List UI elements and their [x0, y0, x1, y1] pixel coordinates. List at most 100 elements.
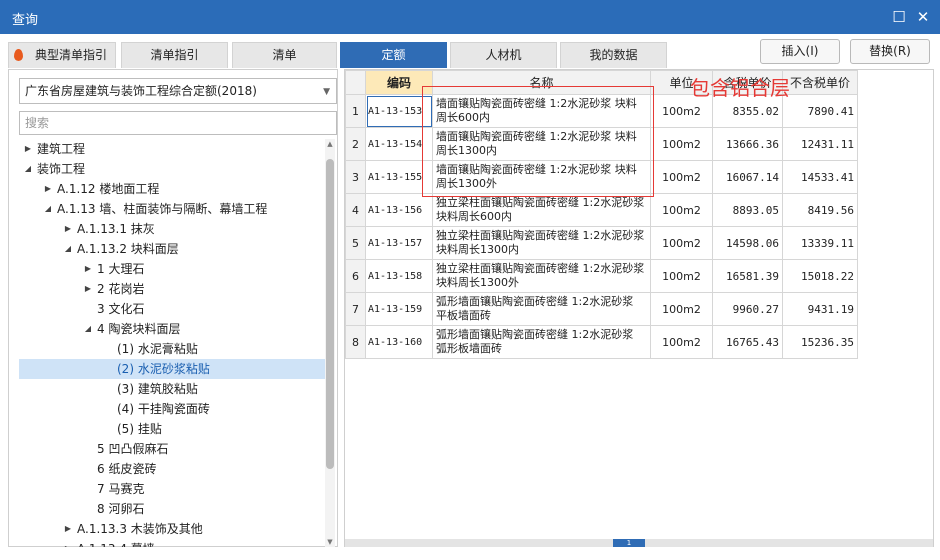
tree-item[interactable]: 8 河卵石: [19, 499, 325, 519]
name-cell[interactable]: 墙面镶贴陶瓷面砖密缝 1:2水泥砂浆 块料周长600内: [432, 94, 651, 128]
unit-cell[interactable]: 100m2: [650, 292, 713, 326]
tree-scrollbar[interactable]: ▲ ▼: [325, 139, 335, 547]
tree-item[interactable]: ◢ 装饰工程: [19, 159, 325, 179]
table-row[interactable]: 6 A1-13-158 独立梁柱面镶贴陶瓷面砖密缝 1:2水泥砂浆 块料周长1300…: [345, 259, 858, 293]
price-notax-cell[interactable]: 15236.35: [782, 325, 858, 359]
price-tax-cell[interactable]: 9960.27: [712, 292, 783, 326]
tab-labor-material-machine[interactable]: 人材机: [450, 42, 557, 68]
expanded-arrow-icon[interactable]: ◢: [83, 319, 93, 339]
collapsed-arrow-icon[interactable]: ▶: [63, 519, 73, 539]
price-notax-cell[interactable]: 13339.11: [782, 226, 858, 260]
price-tax-cell[interactable]: 14598.06: [712, 226, 783, 260]
name-cell[interactable]: 弧形墙面镶贴陶瓷面砖密缝 1:2水泥砂浆 平板墙面砖: [432, 292, 651, 326]
replace-button[interactable]: 替换(R): [850, 39, 930, 64]
collapsed-arrow-icon[interactable]: ▶: [63, 539, 73, 547]
code-cell[interactable]: A1-13-155: [365, 160, 433, 194]
price-notax-cell[interactable]: 9431.19: [782, 292, 858, 326]
row-index[interactable]: 2: [345, 127, 366, 161]
price-notax-cell[interactable]: 14533.41: [782, 160, 858, 194]
table-row[interactable]: 8 A1-13-160 弧形墙面镶贴陶瓷面砖密缝 1:2水泥砂浆 弧形板墙面砖 100…: [345, 325, 858, 359]
price-notax-cell[interactable]: 7890.41: [782, 94, 858, 128]
price-tax-cell[interactable]: 13666.36: [712, 127, 783, 161]
collapsed-arrow-icon[interactable]: ▶: [43, 179, 53, 199]
code-cell[interactable]: A1-13-158: [365, 259, 433, 293]
table-row[interactable]: 7 A1-13-159 弧形墙面镶贴陶瓷面砖密缝 1:2水泥砂浆 平板墙面砖 100m…: [345, 292, 858, 326]
unit-cell[interactable]: 100m2: [650, 127, 713, 161]
unit-cell[interactable]: 100m2: [650, 226, 713, 260]
collapsed-arrow-icon[interactable]: ▶: [83, 279, 93, 299]
code-cell[interactable]: A1-13-160: [365, 325, 433, 359]
header-name[interactable]: 名称: [432, 70, 651, 95]
price-tax-cell[interactable]: 8893.05: [712, 193, 783, 227]
tree-item[interactable]: ▶ A.1.13.1 抹灰: [19, 219, 325, 239]
table-row[interactable]: 2 A1-13-154 墙面镶贴陶瓷面砖密缝 1:2水泥砂浆 块料周长1300内 10…: [345, 127, 858, 161]
name-cell[interactable]: 墙面镶贴陶瓷面砖密缝 1:2水泥砂浆 块料周长1300内: [432, 127, 651, 161]
name-cell[interactable]: 弧形墙面镶贴陶瓷面砖密缝 1:2水泥砂浆 弧形板墙面砖: [432, 325, 651, 359]
name-cell[interactable]: 独立梁柱面镶贴陶瓷面砖密缝 1:2水泥砂浆 块料周长1300内: [432, 226, 651, 260]
unit-cell[interactable]: 100m2: [650, 160, 713, 194]
price-notax-cell[interactable]: 8419.56: [782, 193, 858, 227]
tab-bill-guide[interactable]: 清单指引: [121, 42, 228, 68]
tree-item[interactable]: (3) 建筑胶粘贴: [19, 379, 325, 399]
page-indicator[interactable]: 1: [613, 539, 645, 547]
table-row[interactable]: 5 A1-13-157 独立梁柱面镶贴陶瓷面砖密缝 1:2水泥砂浆 块料周长1300…: [345, 226, 858, 260]
table-row[interactable]: 3 A1-13-155 墙面镶贴陶瓷面砖密缝 1:2水泥砂浆 块料周长1300外 10…: [345, 160, 858, 194]
row-index[interactable]: 4: [345, 193, 366, 227]
table-row[interactable]: 4 A1-13-156 独立梁柱面镶贴陶瓷面砖密缝 1:2水泥砂浆 块料周长600内…: [345, 193, 858, 227]
price-tax-cell[interactable]: 16581.39: [712, 259, 783, 293]
price-tax-cell[interactable]: 16765.43: [712, 325, 783, 359]
unit-cell[interactable]: 100m2: [650, 259, 713, 293]
collapsed-arrow-icon[interactable]: ▶: [23, 139, 33, 159]
expanded-arrow-icon[interactable]: ◢: [23, 159, 33, 179]
row-index[interactable]: 8: [345, 325, 366, 359]
expanded-arrow-icon[interactable]: ◢: [43, 199, 53, 219]
scrollbar-thumb[interactable]: [326, 159, 334, 469]
price-tax-cell[interactable]: 16067.14: [712, 160, 783, 194]
tree-item[interactable]: ▶ 建筑工程: [19, 139, 325, 159]
tab-quota[interactable]: 定额: [340, 42, 447, 68]
code-cell[interactable]: A1-13-159: [365, 292, 433, 326]
code-cell[interactable]: A1-13-157: [365, 226, 433, 260]
tree-item[interactable]: ▶ A.1.12 楼地面工程: [19, 179, 325, 199]
grid-horizontal-scrollbar[interactable]: 1: [345, 539, 933, 547]
collapsed-arrow-icon[interactable]: ▶: [83, 259, 93, 279]
price-notax-cell[interactable]: 15018.22: [782, 259, 858, 293]
header-code[interactable]: 编码: [365, 70, 433, 95]
tree-item[interactable]: ▶ 1 大理石: [19, 259, 325, 279]
name-cell[interactable]: 墙面镶贴陶瓷面砖密缝 1:2水泥砂浆 块料周长1300外: [432, 160, 651, 194]
collapsed-arrow-icon[interactable]: ▶: [63, 219, 73, 239]
tree-item[interactable]: (2) 水泥砂浆粘贴: [19, 359, 325, 379]
name-cell[interactable]: 独立梁柱面镶贴陶瓷面砖密缝 1:2水泥砂浆 块料周长600内: [432, 193, 651, 227]
tree-item[interactable]: ▶ 2 花岗岩: [19, 279, 325, 299]
tree-item[interactable]: ◢ 4 陶瓷块料面层: [19, 319, 325, 339]
scroll-down-icon[interactable]: ▼: [325, 538, 335, 546]
code-cell[interactable]: A1-13-154: [365, 127, 433, 161]
tree-item[interactable]: (5) 挂贴: [19, 419, 325, 439]
row-index[interactable]: 7: [345, 292, 366, 326]
name-cell[interactable]: 独立梁柱面镶贴陶瓷面砖密缝 1:2水泥砂浆 块料周长1300外: [432, 259, 651, 293]
tree-item[interactable]: 3 文化石: [19, 299, 325, 319]
tree-item[interactable]: (4) 干挂陶瓷面砖: [19, 399, 325, 419]
tree-item[interactable]: ◢ A.1.13 墙、柱面装饰与隔断、幕墙工程: [19, 199, 325, 219]
expanded-arrow-icon[interactable]: ◢: [63, 239, 73, 259]
tree-item[interactable]: 5 凹凸假麻石: [19, 439, 325, 459]
tab-typical-bill-guide[interactable]: 典型清单指引: [8, 42, 116, 68]
tree-item[interactable]: 6 纸皮瓷砖: [19, 459, 325, 479]
tree-item[interactable]: (1) 水泥膏粘贴: [19, 339, 325, 359]
price-notax-cell[interactable]: 12431.11: [782, 127, 858, 161]
maximize-icon[interactable]: ☐: [889, 7, 909, 27]
tab-my-data[interactable]: 我的数据: [560, 42, 667, 68]
code-cell[interactable]: A1-13-153: [365, 94, 433, 128]
tree-item[interactable]: ◢ A.1.13.2 块料面层: [19, 239, 325, 259]
search-input[interactable]: 搜索: [19, 111, 337, 135]
scroll-up-icon[interactable]: ▲: [325, 140, 335, 148]
header-price-notax[interactable]: 不含税单价: [782, 70, 858, 95]
code-cell[interactable]: A1-13-156: [365, 193, 433, 227]
tab-bill[interactable]: 清单: [232, 42, 337, 68]
unit-cell[interactable]: 100m2: [650, 193, 713, 227]
tree-item[interactable]: ▶ A.1.13.3 木装饰及其他: [19, 519, 325, 539]
row-index[interactable]: 5: [345, 226, 366, 260]
row-index[interactable]: 3: [345, 160, 366, 194]
quota-library-select[interactable]: 广东省房屋建筑与装饰工程综合定额(2018) ▼: [19, 78, 337, 104]
close-icon[interactable]: ✕: [913, 7, 933, 27]
